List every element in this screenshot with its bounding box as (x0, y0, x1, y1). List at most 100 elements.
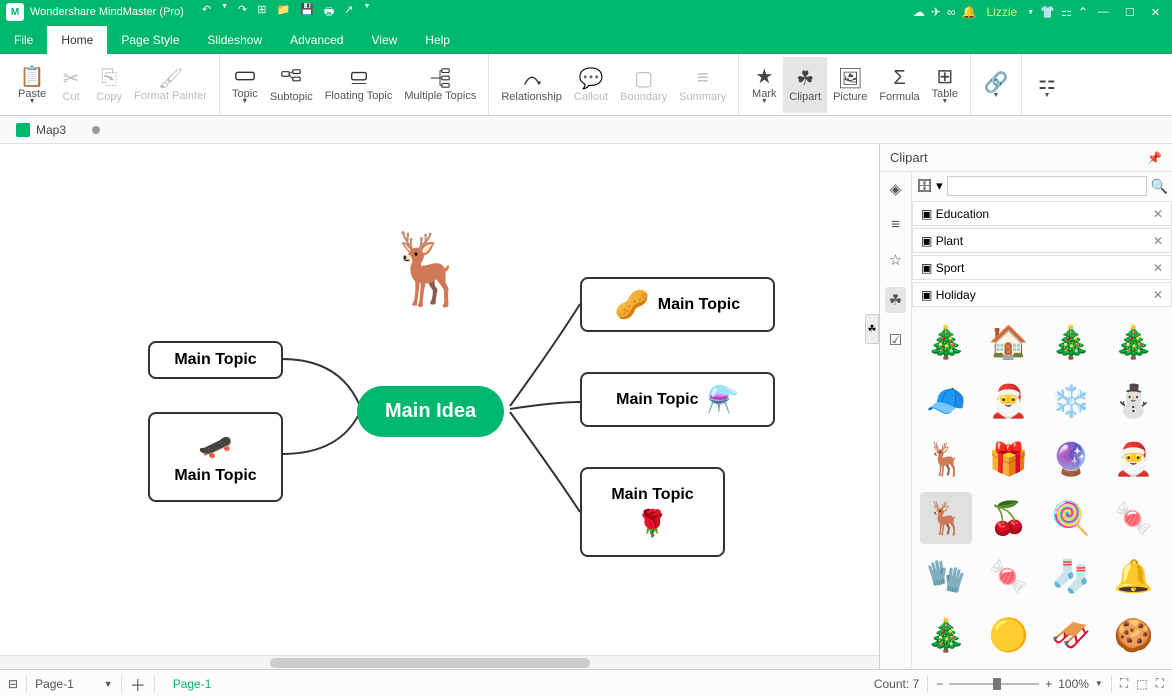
clip-gift[interactable]: 🎁 (983, 433, 1035, 485)
menu-slideshow[interactable]: Slideshow (193, 26, 276, 54)
library-icon[interactable]: 🗄 ▾ (916, 178, 943, 194)
undo-dropdown-icon[interactable]: ▼ (221, 3, 228, 22)
fit-page-icon[interactable]: ⛶ (1120, 676, 1128, 691)
send-icon[interactable]: ✈ (931, 5, 941, 19)
outline-tab-icon[interactable]: ≡ (891, 216, 900, 233)
clip-lollipop[interactable]: 🍭 (1045, 492, 1097, 544)
clip-house[interactable]: 🏠 (983, 316, 1035, 368)
clipart-tab-icon[interactable]: ☘ (885, 287, 906, 313)
formula-button[interactable]: ΣFormula (873, 57, 925, 113)
copy-button[interactable]: ⎘Copy (90, 57, 128, 113)
menu-help[interactable]: Help (411, 26, 464, 54)
fit-width-icon[interactable]: ⬚ (1136, 677, 1147, 691)
zoom-out-icon[interactable]: − (936, 677, 943, 691)
panel-collapse-handle[interactable]: ☘ (865, 314, 879, 344)
style-tab-icon[interactable]: ◈ (890, 180, 902, 198)
clip-snowman[interactable]: ⛄ (1108, 375, 1160, 427)
clip-bell[interactable]: 🔔 (1108, 550, 1160, 602)
paste-button[interactable]: 📋Paste▼ (12, 57, 52, 113)
cloud-icon[interactable]: ☁ (913, 5, 925, 19)
save-icon[interactable]: 💾 (300, 3, 314, 22)
node-topic-5[interactable]: Main Topic 🌹 (580, 467, 725, 557)
close-icon[interactable]: ✕ (1153, 261, 1163, 275)
clipart-button[interactable]: ☘Clipart (783, 57, 827, 113)
clip-deer[interactable]: 🦌 (920, 492, 972, 544)
clipart-search-input[interactable] (947, 176, 1147, 196)
pin-icon[interactable]: 📌 (1147, 151, 1162, 165)
boundary-button[interactable]: ▢Boundary (614, 57, 673, 113)
zoom-in-icon[interactable]: + (1045, 677, 1052, 691)
clip-antlers[interactable]: 🦌 (920, 433, 972, 485)
clip-snowflake[interactable]: ❄️ (1045, 375, 1097, 427)
fullscreen-icon[interactable]: ⛶ (1156, 676, 1164, 691)
cut-button[interactable]: ✂Cut (52, 57, 90, 113)
format-painter-button[interactable]: 🖌Format Painter (128, 57, 213, 113)
user-dropdown-icon[interactable]: ▼ (1027, 9, 1034, 16)
topic-button[interactable]: Topic▼ (226, 57, 264, 113)
clip-ornament[interactable]: 🎄 (1045, 316, 1097, 368)
clip-tree[interactable]: 🎄 (1108, 316, 1160, 368)
tab-close-icon[interactable] (92, 126, 100, 134)
clip-tree2[interactable]: 🎄 (920, 609, 972, 661)
subtopic-button[interactable]: Subtopic (264, 57, 319, 113)
node-center[interactable]: Main Idea (357, 386, 504, 437)
menu-page-style[interactable]: Page Style (107, 26, 193, 54)
open-icon[interactable]: 📁 (276, 3, 290, 22)
link-button[interactable]: 🔗▼ (977, 57, 1015, 113)
page-tab[interactable]: Page-1 (163, 677, 222, 691)
menu-home[interactable]: Home (47, 26, 107, 54)
menu-file[interactable]: File (0, 26, 47, 54)
canvas[interactable]: 🦌 Main Topic 🛹 Main Topic Main Idea 🥜 Ma… (0, 144, 879, 669)
menu-advanced[interactable]: Advanced (276, 26, 357, 54)
shirt-icon[interactable]: 👕 (1040, 5, 1055, 19)
print-icon[interactable]: 🖶 (324, 3, 334, 22)
clip-beanie[interactable]: 🧢 (920, 375, 972, 427)
outline-view-icon[interactable]: ⊟ (8, 677, 18, 691)
page-dropdown-icon[interactable]: ▼ (104, 679, 113, 689)
summary-button[interactable]: ≡Summary (673, 57, 732, 113)
clip-holly[interactable]: 🍒 (983, 492, 1035, 544)
mark-button[interactable]: ★Mark▼ (745, 57, 783, 113)
qat-dropdown-icon[interactable]: ▼ (363, 3, 370, 22)
clip-gingerbread[interactable]: 🍪 (1108, 609, 1160, 661)
node-topic-1[interactable]: Main Topic (148, 341, 283, 379)
zoom-slider[interactable] (949, 683, 1039, 685)
clip-santa[interactable]: 🎅 (1108, 433, 1160, 485)
table-button[interactable]: ⊞Table▼ (926, 57, 964, 113)
minimize-icon[interactable]: — (1098, 6, 1109, 19)
redo-icon[interactable]: ↷ (238, 3, 247, 22)
search-icon[interactable]: 🔍 (1151, 178, 1168, 195)
bell-icon[interactable]: 🔔 (962, 5, 977, 19)
category-education[interactable]: ▣ Education✕ (912, 201, 1172, 226)
relationship-button[interactable]: Relationship (495, 57, 568, 113)
category-sport[interactable]: ▣ Sport✕ (912, 255, 1172, 280)
clip-snowglobe[interactable]: 🔮 (1045, 433, 1097, 485)
clip-bauble[interactable]: 🟡 (983, 609, 1035, 661)
callout-button[interactable]: 💬Callout (568, 57, 614, 113)
node-topic-4[interactable]: Main Topic ⚗️ (580, 372, 775, 427)
clip-candy[interactable]: 🍬 (1108, 492, 1160, 544)
maximize-icon[interactable]: ☐ (1125, 6, 1135, 19)
canvas-clipart-deer[interactable]: 🦌 (385, 229, 472, 311)
task-tab-icon[interactable]: ☑ (889, 331, 902, 349)
node-topic-2[interactable]: 🛹 Main Topic (148, 412, 283, 502)
share-icon[interactable]: ∞ (947, 5, 956, 19)
clip-sleigh[interactable]: 🛷 (1045, 609, 1097, 661)
structure-button[interactable]: ⚏▼ (1028, 57, 1066, 113)
menu-view[interactable]: View (357, 26, 411, 54)
close-icon[interactable]: ✕ (1153, 234, 1163, 248)
clip-stocking[interactable]: 🧦 (1045, 550, 1097, 602)
multiple-topics-button[interactable]: Multiple Topics (398, 57, 482, 113)
close-icon[interactable]: ✕ (1151, 6, 1160, 19)
floating-topic-button[interactable]: Floating Topic (319, 57, 399, 113)
clip-candy-cane[interactable]: 🍬 (983, 550, 1035, 602)
grid-icon[interactable]: ⚏ (1061, 5, 1072, 19)
star-tab-icon[interactable]: ☆ (889, 251, 902, 269)
scrollbar-thumb[interactable] (270, 658, 590, 668)
category-holiday[interactable]: ▣ Holiday✕ (912, 282, 1172, 307)
page-selector[interactable]: Page-1 (35, 677, 74, 691)
close-icon[interactable]: ✕ (1153, 207, 1163, 221)
picture-button[interactable]: 🖼Picture (827, 57, 873, 113)
clip-santa-hat[interactable]: 🎅 (983, 375, 1035, 427)
close-icon[interactable]: ✕ (1153, 288, 1163, 302)
